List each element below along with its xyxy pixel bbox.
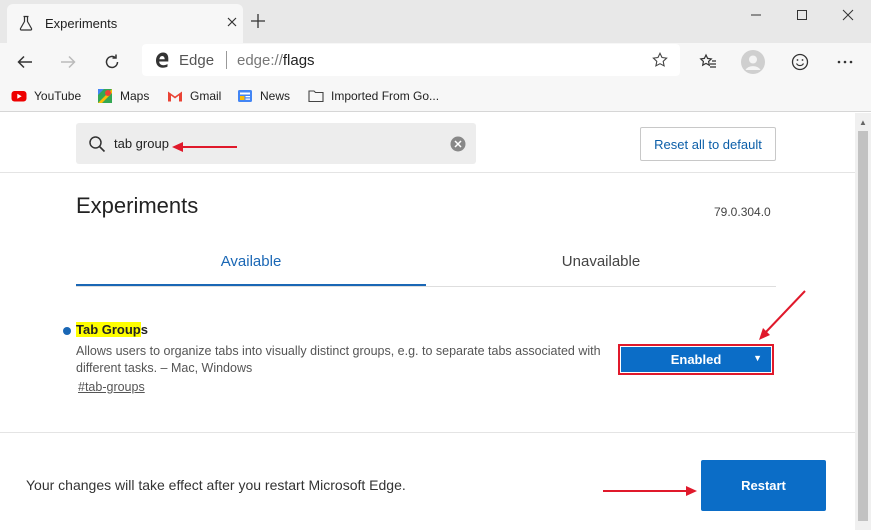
favorites-icon [699, 53, 716, 68]
flag-title: Tab Groups [76, 322, 148, 337]
profile-button[interactable] [740, 49, 766, 75]
new-tab-icon[interactable] [248, 11, 268, 31]
folder-icon [308, 90, 324, 103]
bookmark-youtube[interactable]: YouTube [11, 88, 81, 104]
youtube-icon [11, 91, 27, 102]
search-box[interactable] [76, 123, 476, 164]
flag-anchor-link[interactable]: #tab-groups [78, 380, 145, 394]
version-label: 79.0.304.0 [714, 205, 771, 219]
restart-message: Your changes will take effect after you … [26, 477, 406, 493]
site-label: Edge [179, 52, 215, 69]
edge-logo-icon [156, 52, 169, 68]
active-tab-indicator [76, 284, 426, 286]
maps-icon [98, 89, 112, 103]
close-window-icon [842, 9, 854, 21]
dropdown-caret-icon: ▼ [753, 353, 762, 363]
news-icon [238, 90, 252, 102]
star-icon[interactable] [652, 52, 668, 68]
tab-title: Experiments [45, 16, 118, 31]
url-text: edge://flags [237, 52, 315, 69]
flag-tabs: Available Unavailable [76, 243, 776, 287]
bookmark-gmail[interactable]: Gmail [167, 88, 221, 104]
smiley-icon [791, 53, 809, 71]
scroll-thumb[interactable] [858, 131, 868, 521]
restart-button[interactable]: Restart [701, 460, 826, 511]
minimize-icon [751, 14, 761, 16]
flags-header: Reset all to default [0, 113, 855, 173]
clear-search-icon[interactable] [450, 136, 466, 152]
flag-modified-dot [63, 327, 71, 335]
flag-state-select[interactable]: Enabled ▼ [621, 347, 771, 372]
page-scrollbar[interactable]: ▲ [855, 113, 871, 530]
restart-bar: Your changes will take effect after you … [0, 432, 855, 530]
more-icon [837, 60, 853, 64]
minimize-button[interactable] [733, 0, 779, 30]
flask-icon [19, 15, 33, 31]
search-highlight: Tab Group [76, 322, 141, 337]
flag-description: Allows users to organize tabs into visua… [76, 344, 601, 375]
back-button[interactable] [12, 49, 38, 75]
maximize-button[interactable] [779, 0, 825, 30]
forward-arrow-icon [61, 55, 76, 69]
omnibox-separator [226, 51, 227, 69]
address-bar[interactable]: Edge edge://flags [142, 44, 680, 76]
flag-state-select-highlight: Enabled ▼ [618, 344, 774, 375]
scroll-up-icon[interactable]: ▲ [859, 118, 867, 127]
flags-page: Reset all to default Experiments 79.0.30… [0, 113, 855, 530]
maximize-icon [797, 10, 807, 20]
avatar-icon [741, 50, 765, 74]
browser-tab-experiments[interactable]: Experiments [7, 4, 243, 43]
bookmark-imported-folder[interactable]: Imported From Go... [308, 88, 439, 104]
bookmark-news[interactable]: News [237, 88, 290, 104]
tab-available[interactable]: Available [76, 253, 426, 270]
tab-unavailable[interactable]: Unavailable [426, 253, 776, 270]
favorites-button[interactable] [695, 49, 721, 75]
search-icon [89, 136, 106, 153]
refresh-icon [105, 54, 119, 69]
menu-button[interactable] [832, 49, 858, 75]
bookmarks-bar: YouTube Maps Gmail News Imported From Go… [0, 80, 871, 112]
close-window-button[interactable] [825, 0, 871, 30]
title-bar: Experiments [0, 0, 871, 43]
bookmark-maps[interactable]: Maps [97, 88, 149, 104]
search-input[interactable] [114, 136, 434, 151]
gmail-icon [168, 91, 182, 102]
close-tab-icon[interactable] [225, 15, 239, 29]
refresh-button[interactable] [99, 49, 125, 75]
reset-all-button[interactable]: Reset all to default [640, 127, 776, 161]
page-title: Experiments [76, 193, 199, 218]
feedback-button[interactable] [787, 49, 813, 75]
back-arrow-icon [17, 55, 32, 69]
forward-button[interactable] [55, 49, 81, 75]
